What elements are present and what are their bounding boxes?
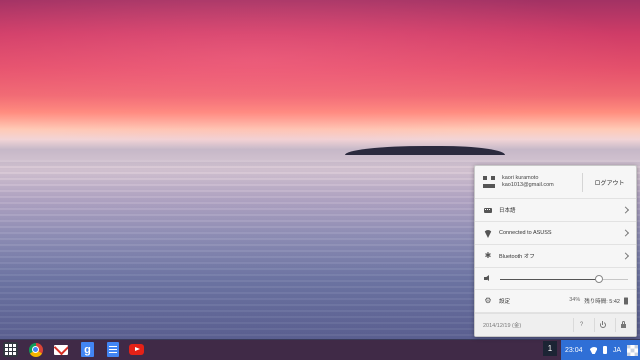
ime-label: 日本語 bbox=[499, 208, 516, 214]
network-menu-item[interactable]: Connected to ASUSS bbox=[475, 222, 636, 245]
clock-time: 23:04 bbox=[565, 346, 583, 354]
app-launcher-button[interactable] bbox=[3, 342, 18, 357]
help-button[interactable]: ? bbox=[573, 318, 589, 332]
tray-footer: 2014/12/19 (金) ? bbox=[475, 313, 636, 336]
bluetooth-icon: ✱ bbox=[484, 251, 492, 260]
system-tray-menu: kaori kuramoto kao1013@gmail.com ログアウト 日… bbox=[474, 165, 637, 337]
user-avatar-icon bbox=[483, 176, 495, 188]
chrome-app-button[interactable] bbox=[28, 342, 43, 357]
user-email: kao1013@gmail.com bbox=[502, 182, 554, 188]
date-label[interactable]: 2014/12/19 (金) bbox=[483, 321, 521, 329]
gmail-icon bbox=[53, 344, 68, 355]
battery-info: 34% 残り時間: 5:42 bbox=[569, 297, 620, 305]
logout-button[interactable]: ログアウト bbox=[582, 173, 636, 192]
ime-indicator: JA bbox=[612, 346, 621, 354]
help-icon: ? bbox=[579, 322, 584, 328]
settings-label: 設定 bbox=[499, 299, 511, 305]
wifi-icon bbox=[589, 347, 597, 354]
chevron-right-icon bbox=[621, 252, 630, 260]
ime-menu-item[interactable]: 日本語 bbox=[475, 199, 636, 222]
island-silhouette bbox=[345, 146, 505, 155]
volume-row bbox=[475, 268, 636, 290]
gear-icon: ⚙ bbox=[484, 296, 492, 305]
user-name: kaori kuramoto bbox=[502, 174, 539, 181]
notification-count-button[interactable]: 1 bbox=[543, 341, 557, 356]
battery-remaining: 残り時間: 5:42 bbox=[584, 299, 620, 305]
volume-slider-fill bbox=[500, 278, 599, 280]
status-area-button[interactable]: 23:04 JA bbox=[561, 340, 640, 360]
app-grid-icon bbox=[5, 344, 16, 355]
network-label: Connected to ASUSS bbox=[499, 230, 552, 236]
power-icon bbox=[599, 321, 606, 328]
keyboard-icon bbox=[484, 206, 492, 214]
power-button[interactable] bbox=[594, 318, 610, 332]
battery-icon bbox=[602, 346, 607, 354]
docs-icon bbox=[106, 342, 119, 357]
chrome-icon bbox=[28, 342, 43, 357]
gmail-app-button[interactable] bbox=[53, 342, 68, 357]
docs-app-button[interactable] bbox=[105, 342, 120, 357]
wifi-icon bbox=[484, 229, 492, 237]
lock-button[interactable] bbox=[615, 318, 631, 332]
battery-percent: 34% bbox=[569, 297, 581, 303]
volume-slider[interactable] bbox=[500, 275, 628, 283]
settings-menu-item[interactable]: ⚙ 設定 34% 残り時間: 5:42 bbox=[475, 290, 636, 313]
youtube-app-button[interactable] bbox=[129, 342, 144, 357]
google-search-icon: g bbox=[81, 342, 94, 357]
battery-icon bbox=[624, 297, 628, 305]
bluetooth-label: Bluetooth オフ bbox=[499, 254, 535, 260]
google-search-app-button[interactable]: g bbox=[80, 342, 95, 357]
youtube-icon bbox=[129, 344, 144, 355]
volume-slider-thumb[interactable] bbox=[594, 275, 603, 283]
user-avatar-icon bbox=[627, 344, 638, 356]
chevron-right-icon bbox=[621, 206, 630, 214]
lock-icon bbox=[621, 321, 626, 328]
bluetooth-menu-item[interactable]: ✱ Bluetooth オフ bbox=[475, 245, 636, 268]
chevron-right-icon bbox=[621, 229, 630, 237]
user-account-row: kaori kuramoto kao1013@gmail.com ログアウト bbox=[475, 166, 636, 199]
speaker-icon[interactable] bbox=[484, 275, 492, 283]
